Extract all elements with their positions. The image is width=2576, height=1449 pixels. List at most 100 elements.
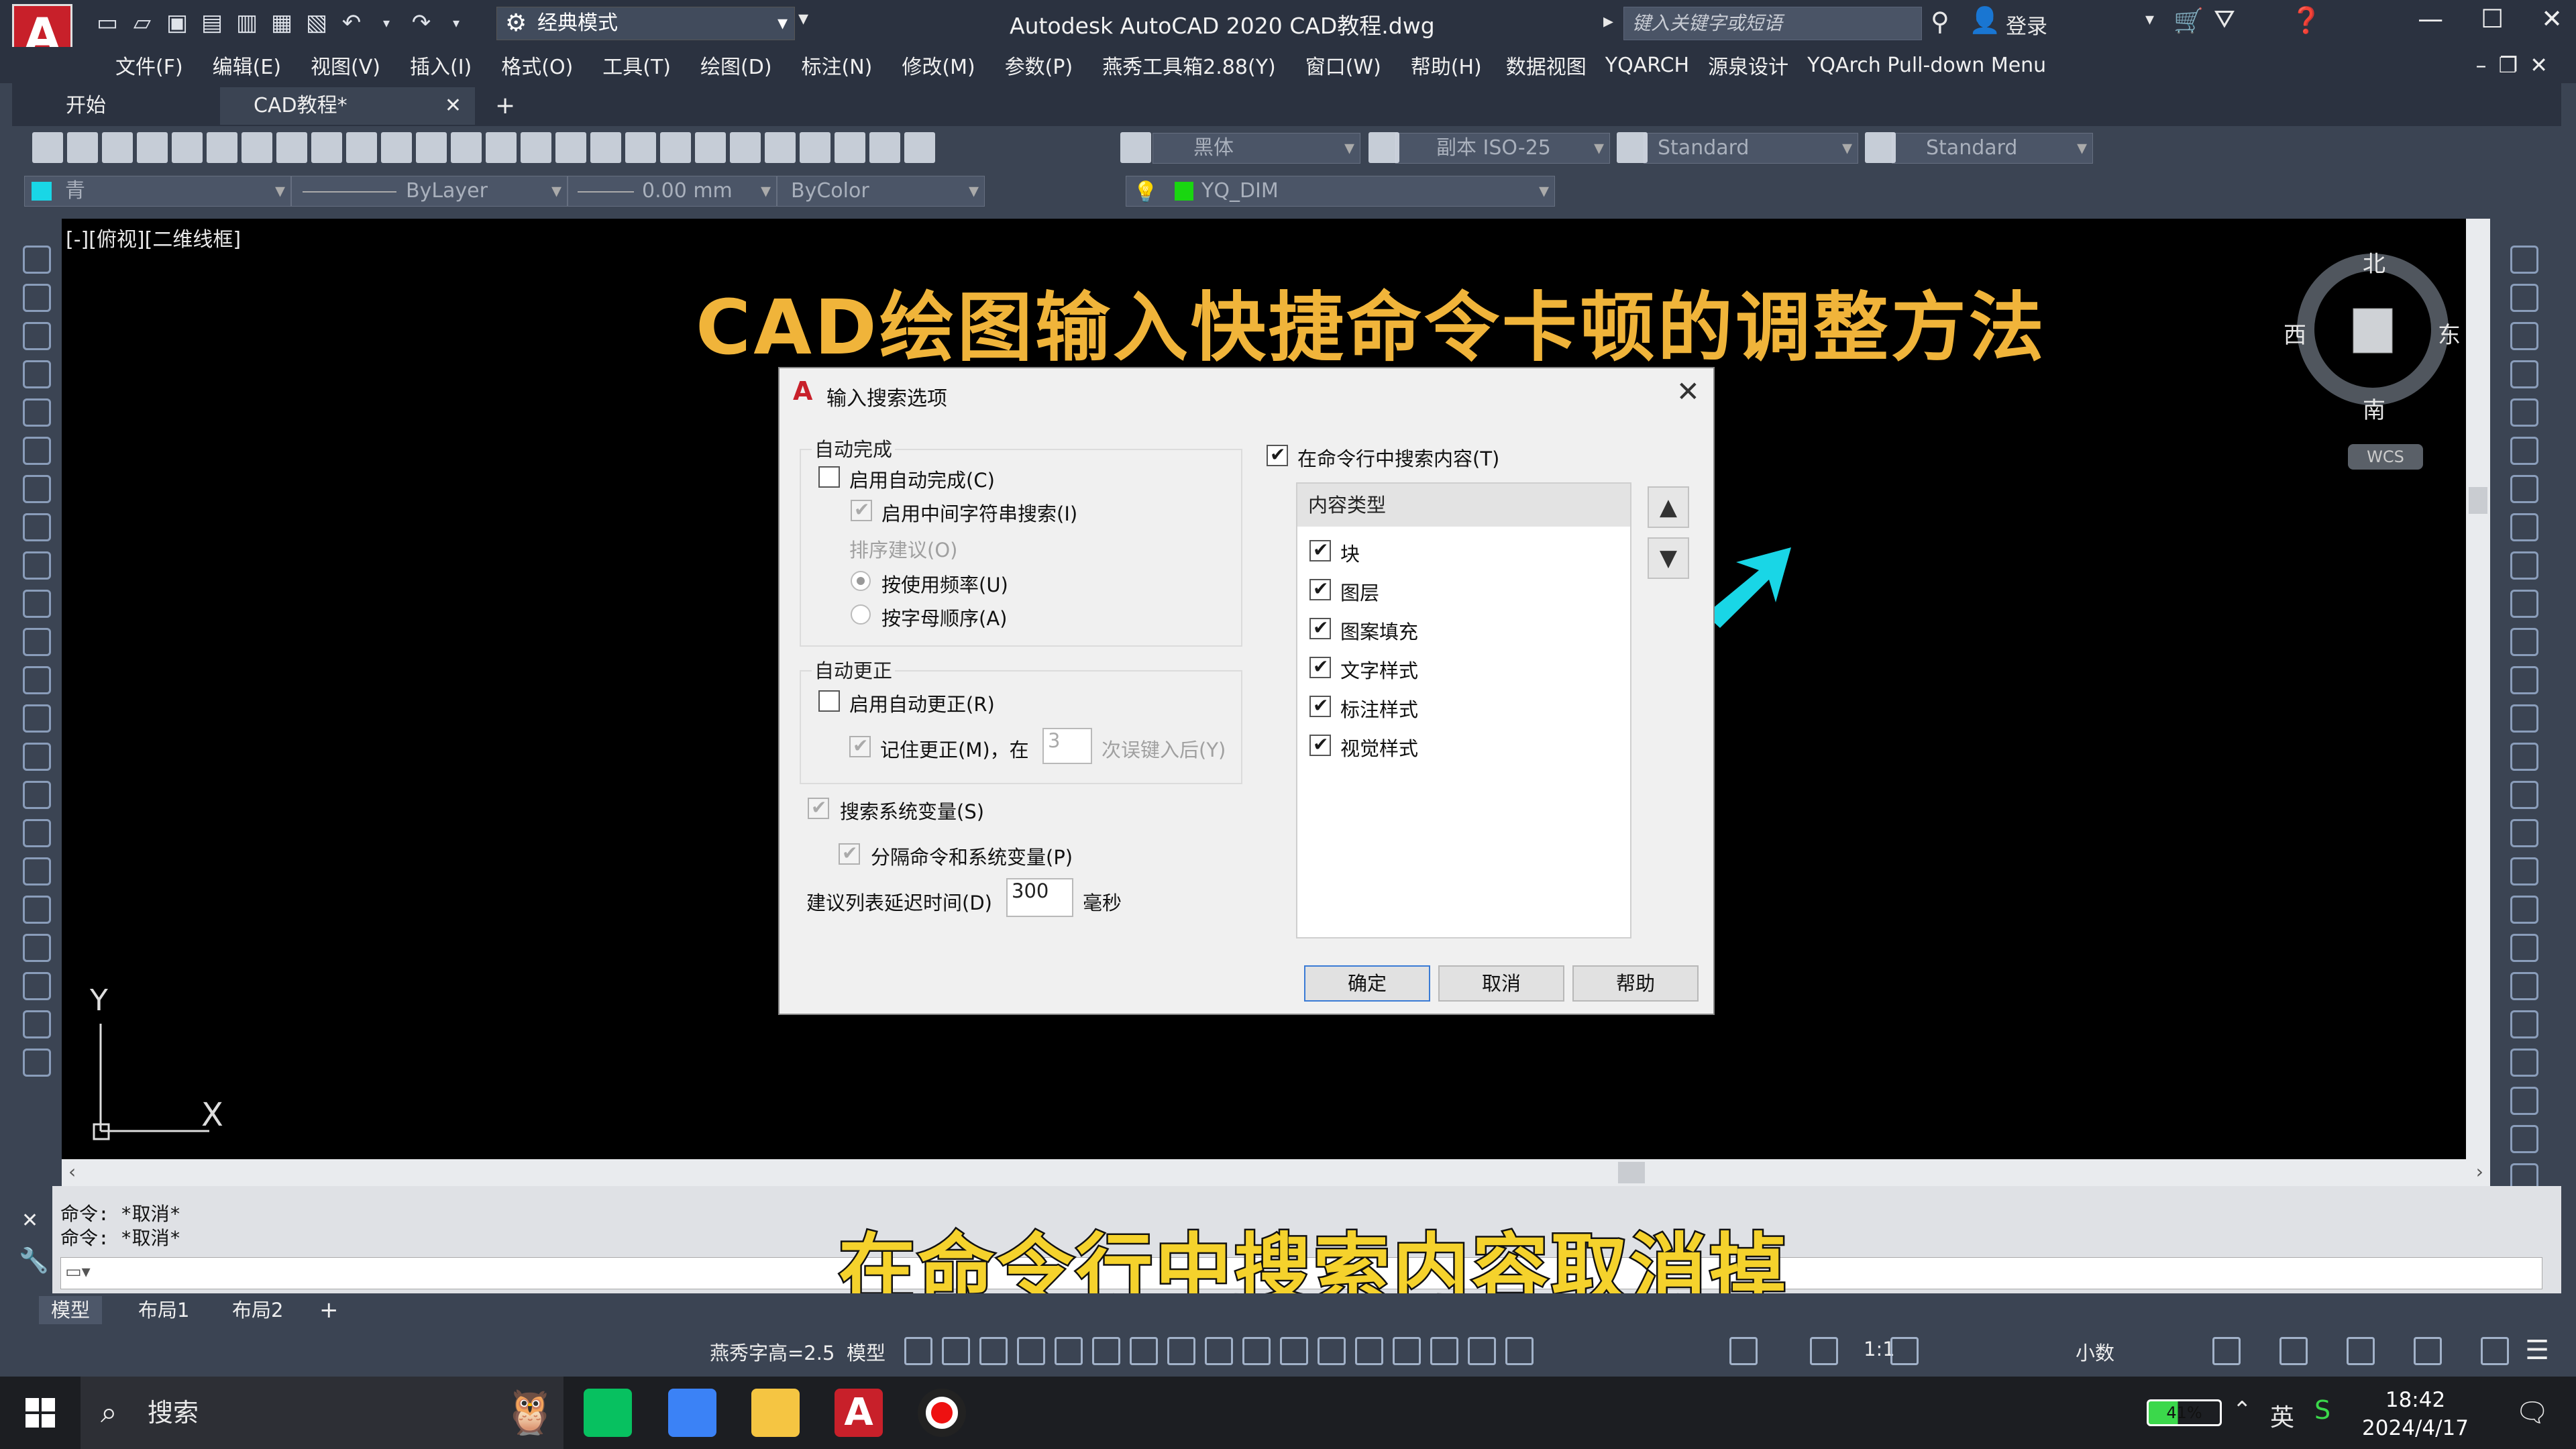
publish-icon[interactable]: ▥ bbox=[233, 9, 260, 36]
windows-start-icon[interactable] bbox=[25, 1398, 55, 1428]
break-icon[interactable] bbox=[2510, 704, 2538, 733]
table-icon[interactable] bbox=[23, 896, 51, 924]
break-point-icon[interactable] bbox=[2510, 666, 2538, 694]
sogou-icon[interactable]: S bbox=[2314, 1395, 2330, 1425]
tab-cad-tutorial[interactable]: CAD教程* ✕ bbox=[220, 87, 475, 125]
close-icon[interactable]: ✕ bbox=[1676, 375, 1700, 408]
horizontal-scrollbar[interactable]: ‹ › bbox=[62, 1159, 2490, 1186]
content-type-list[interactable]: 内容类型 块图层图案填充文字样式标注样式视觉样式 bbox=[1296, 482, 1631, 938]
print-icon[interactable] bbox=[137, 132, 168, 163]
join-icon[interactable] bbox=[2510, 743, 2538, 771]
menu-yanxiu[interactable]: 燕秀工具箱2.88(Y) bbox=[1087, 50, 1291, 80]
menu-help[interactable]: 帮助(H) bbox=[1396, 50, 1497, 80]
viewport-label[interactable]: [-][俯视][二维线框] bbox=[66, 223, 241, 252]
offset-icon[interactable] bbox=[2510, 1049, 2538, 1077]
redo-icon[interactable]: ↷ bbox=[408, 9, 435, 36]
sort-by-frequency-radio[interactable] bbox=[851, 571, 871, 591]
mleaderstyle-combo[interactable]: Standard bbox=[1892, 133, 2093, 164]
ime-indicator[interactable]: 英 bbox=[2270, 1398, 2294, 1433]
menu-draw[interactable]: 绘图(D) bbox=[686, 50, 787, 80]
layer-combo[interactable]: 💡 YQ_DIM bbox=[1126, 176, 1555, 207]
enable-autocomplete-checkbox[interactable] bbox=[818, 466, 840, 488]
login-button[interactable]: 登录 bbox=[2006, 9, 2047, 40]
paste-icon[interactable] bbox=[346, 132, 377, 163]
multiline-text-icon[interactable] bbox=[23, 934, 51, 962]
auto-scale-icon[interactable] bbox=[1729, 1337, 1758, 1365]
enable-autocorrect-checkbox[interactable] bbox=[818, 690, 840, 712]
command-window-handle[interactable]: ✕ 🔧 bbox=[12, 1186, 52, 1293]
3d-print-icon[interactable] bbox=[241, 132, 272, 163]
save-icon[interactable] bbox=[102, 132, 133, 163]
yanxiu-text-height[interactable]: 燕秀字高=2.5 bbox=[710, 1338, 835, 1366]
vertical-scrollbar[interactable] bbox=[2466, 219, 2490, 1159]
clean-screen-icon[interactable] bbox=[2481, 1337, 2509, 1365]
menu-edit[interactable]: 编辑(E) bbox=[198, 50, 296, 80]
cancel-button[interactable]: 取消 bbox=[1438, 965, 1564, 1002]
redo-icon[interactable] bbox=[486, 132, 517, 163]
line-icon[interactable] bbox=[23, 1010, 51, 1038]
chevron-up-icon[interactable]: ⌃ bbox=[2233, 1397, 2252, 1424]
separate-commands-checkbox[interactable] bbox=[839, 842, 860, 865]
design-center-icon[interactable] bbox=[695, 132, 726, 163]
grid-icon[interactable] bbox=[904, 1337, 932, 1365]
menu-window[interactable]: 窗口(W) bbox=[1291, 50, 1396, 80]
explode-icon[interactable] bbox=[2510, 896, 2538, 924]
scroll-left-icon[interactable]: ‹ bbox=[68, 1161, 76, 1183]
workspace-gear-icon[interactable] bbox=[1810, 1337, 1838, 1365]
move-down-button[interactable]: ▼ bbox=[1648, 537, 1689, 579]
polar-icon[interactable] bbox=[1092, 1337, 1120, 1365]
menu-yuanquan[interactable]: 源泉设计 bbox=[1699, 50, 1798, 80]
content-type-checkbox[interactable] bbox=[1309, 733, 1331, 756]
point-icon[interactable] bbox=[23, 743, 51, 771]
autodesk-a360-icon[interactable]: ⛛ bbox=[2214, 4, 2235, 34]
text-style-icon[interactable] bbox=[904, 132, 935, 163]
region-icon[interactable] bbox=[23, 857, 51, 885]
trim-icon[interactable] bbox=[2510, 590, 2538, 618]
menu-yqarch-pulldown[interactable]: YQArch Pull-down Menu bbox=[1798, 54, 2055, 77]
menu-yqarch[interactable]: YQARCH bbox=[1596, 54, 1699, 77]
workspace-selector[interactable]: ⚙ 经典模式 ▾ bbox=[496, 7, 795, 40]
mleaderstyle-icon[interactable] bbox=[1617, 132, 1648, 163]
construction-line-icon[interactable] bbox=[23, 1049, 51, 1077]
linetype-combo[interactable]: ByLayer bbox=[291, 176, 568, 207]
play-icon[interactable]: ▸ bbox=[1603, 9, 1613, 33]
color-combo[interactable]: 青 bbox=[24, 176, 291, 207]
scroll-thumb[interactable] bbox=[2469, 487, 2487, 514]
scale-icon[interactable] bbox=[2510, 513, 2538, 541]
undo-icon[interactable] bbox=[451, 132, 482, 163]
sheet-set-icon[interactable] bbox=[765, 132, 796, 163]
notification-icon[interactable]: 🗨 bbox=[2515, 1397, 2549, 1428]
ellipse-icon[interactable] bbox=[23, 590, 51, 618]
save-as-icon[interactable]: ▤ bbox=[199, 9, 225, 36]
spline-icon[interactable] bbox=[23, 551, 51, 580]
add-selected-icon[interactable] bbox=[23, 972, 51, 1000]
infer-icon[interactable] bbox=[979, 1337, 1008, 1365]
move-icon[interactable] bbox=[2510, 437, 2538, 465]
cart-icon[interactable]: 🛒 bbox=[2174, 7, 2204, 35]
move-icon[interactable] bbox=[2510, 1125, 2538, 1153]
plot-preview-icon[interactable] bbox=[172, 132, 203, 163]
3d-osnap-icon[interactable] bbox=[1355, 1337, 1383, 1365]
hatch-icon[interactable] bbox=[23, 781, 51, 809]
close-icon[interactable]: ✕ bbox=[21, 1209, 38, 1232]
polyline-icon[interactable] bbox=[23, 322, 51, 350]
zoom-realtime-icon[interactable] bbox=[555, 132, 586, 163]
markup-icon[interactable] bbox=[800, 132, 830, 163]
undo-dropdown-icon[interactable]: ▾ bbox=[373, 9, 400, 36]
hardware-acceleration-icon[interactable] bbox=[2414, 1337, 2442, 1365]
search-sysvars-checkbox[interactable] bbox=[808, 796, 829, 819]
pan-icon[interactable] bbox=[521, 132, 551, 163]
construction-line-icon[interactable] bbox=[23, 284, 51, 312]
minimize-icon[interactable]: — bbox=[2418, 4, 2443, 34]
new-icon[interactable]: ▭ bbox=[94, 9, 121, 36]
help-search-input[interactable]: 键入关键字或短语 bbox=[1623, 7, 1922, 40]
stretch-icon[interactable] bbox=[2510, 551, 2538, 580]
scroll-right-icon[interactable]: › bbox=[2476, 1161, 2483, 1183]
new-tab-button[interactable]: + bbox=[482, 87, 515, 125]
tab-model[interactable]: 模型 bbox=[39, 1296, 103, 1324]
doc-window-controls[interactable]: –❐✕ bbox=[2476, 52, 2561, 78]
midstring-search-checkbox[interactable] bbox=[851, 498, 872, 521]
revision-cloud-icon[interactable] bbox=[23, 513, 51, 541]
fillet-icon[interactable] bbox=[2510, 819, 2538, 847]
delay-input[interactable]: 300 bbox=[1006, 878, 1073, 917]
